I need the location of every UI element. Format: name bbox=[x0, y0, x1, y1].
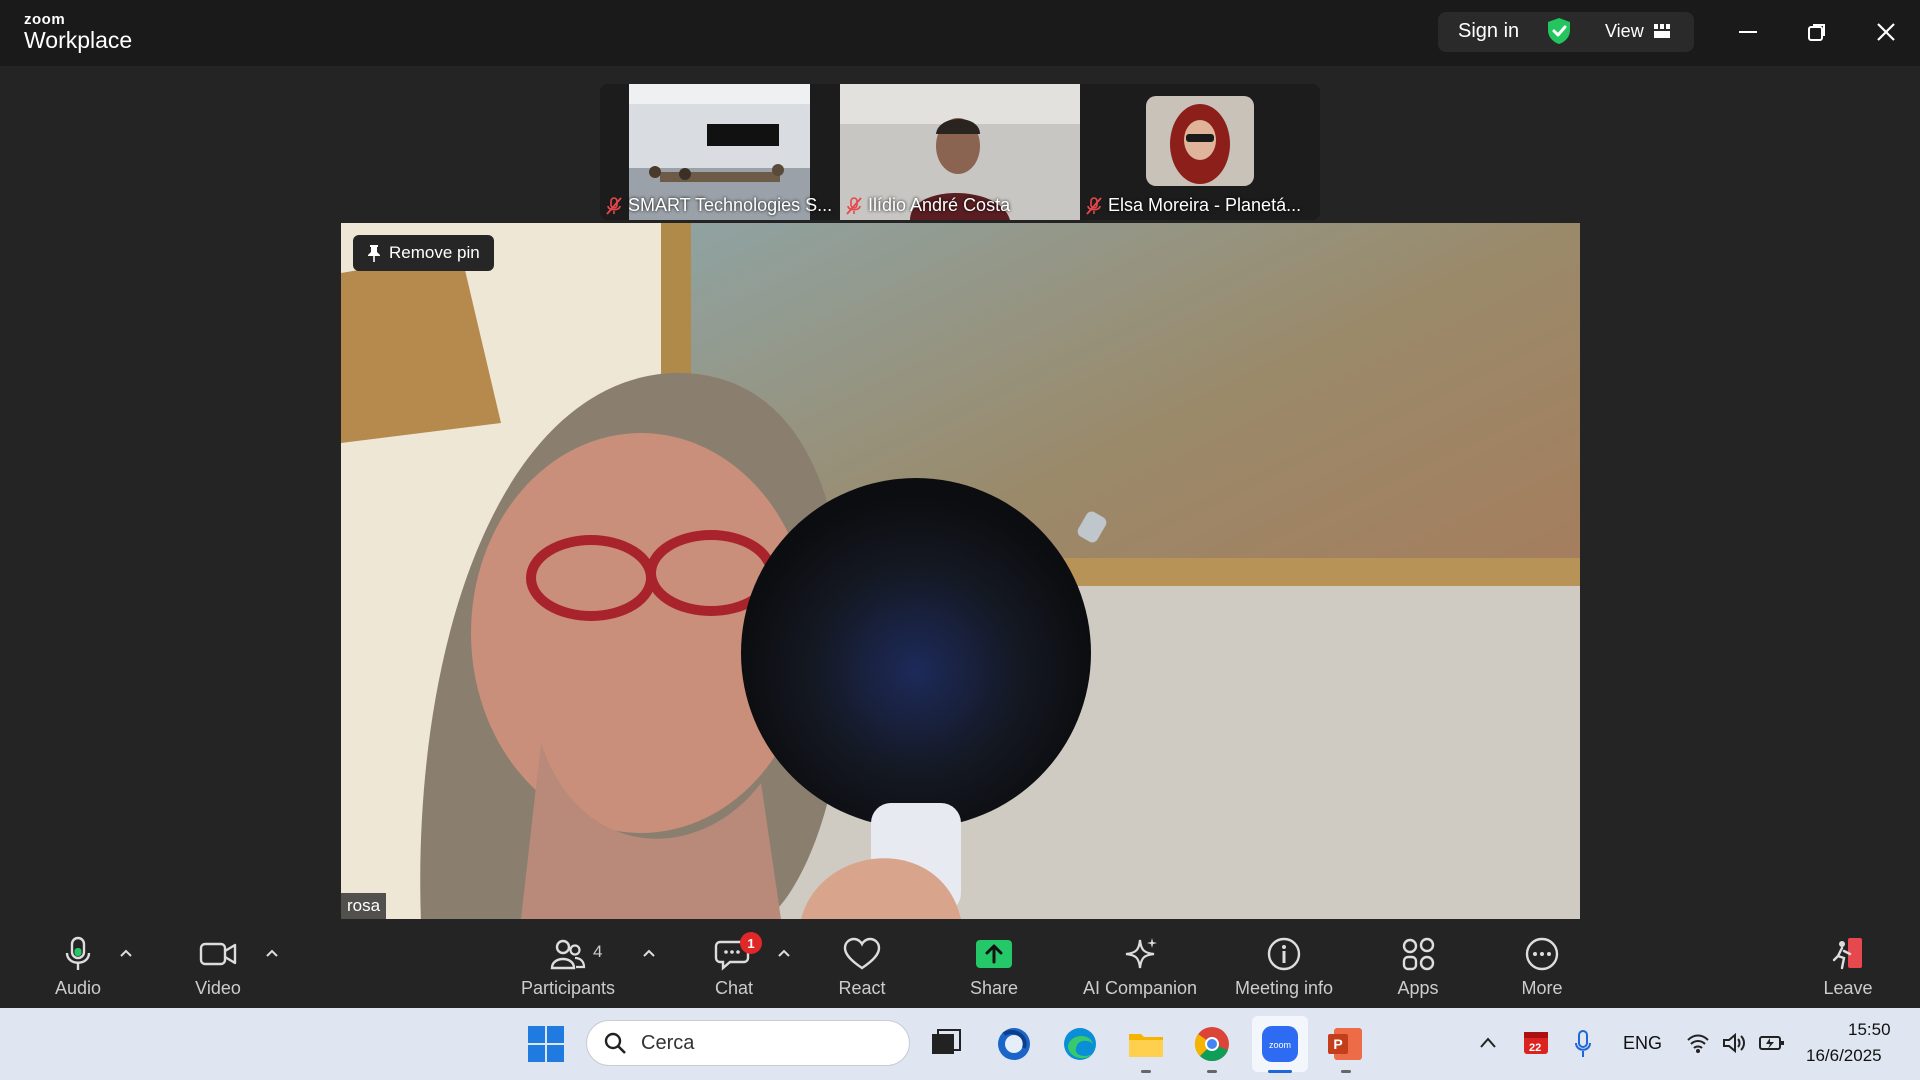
muted-mic-icon bbox=[606, 196, 622, 215]
participants-count: 4 bbox=[593, 942, 603, 961]
thumbnail-name-ilidio: Ilídio André Costa bbox=[846, 195, 1010, 216]
language-indicator[interactable]: ENG bbox=[1623, 1033, 1662, 1054]
taskbar-search-box[interactable]: Cerca bbox=[586, 1020, 910, 1066]
video-button[interactable]: Video bbox=[188, 936, 248, 1006]
close-icon bbox=[1877, 23, 1895, 41]
brand-workplace: Workplace bbox=[24, 27, 133, 53]
apps-icon bbox=[1402, 937, 1435, 971]
zoom-app-icon[interactable]: zoom bbox=[1260, 1024, 1300, 1064]
explorer-running-indicator bbox=[1141, 1070, 1151, 1073]
remove-pin-label: Remove pin bbox=[389, 243, 480, 262]
meeting-toolbar: Audio Video Participants 4 Chat 1 React … bbox=[0, 924, 1920, 1008]
chat-label: Chat bbox=[714, 978, 754, 998]
microphone-icon bbox=[65, 936, 91, 970]
calendar-day: 22 bbox=[1529, 1042, 1542, 1054]
chat-options-chevron-up-icon[interactable] bbox=[776, 946, 792, 960]
share-button[interactable]: Share bbox=[964, 936, 1024, 1006]
ai-companion-label: AI Companion bbox=[1082, 978, 1198, 998]
more-ellipsis-icon bbox=[1525, 937, 1559, 971]
muted-mic-icon bbox=[1086, 196, 1102, 215]
heart-icon bbox=[843, 937, 881, 970]
ai-companion-button[interactable]: AI Companion bbox=[1076, 936, 1204, 1006]
leave-door-icon bbox=[1832, 938, 1862, 970]
thumbnail-name-elsa: Elsa Moreira - Planetá... bbox=[1086, 195, 1301, 216]
view-button[interactable]: View bbox=[1605, 21, 1644, 42]
zoom-active-indicator bbox=[1268, 1070, 1292, 1073]
restore-icon bbox=[1808, 24, 1825, 41]
meeting-info-button[interactable]: Meeting info bbox=[1224, 936, 1344, 1006]
meeting-info-label: Meeting info bbox=[1234, 978, 1334, 998]
audio-button[interactable]: Audio bbox=[48, 936, 108, 1006]
thumbnail-ilidio[interactable]: Ilídio André Costa bbox=[840, 84, 1080, 220]
sign-in-button[interactable]: Sign in bbox=[1458, 20, 1519, 43]
video-label: Video bbox=[195, 978, 241, 998]
thumbnail-label: SMART Technologies S... bbox=[628, 195, 833, 215]
more-label: More bbox=[1521, 978, 1563, 998]
clock-date[interactable]: 16/6/2025 bbox=[1806, 1046, 1882, 1066]
ai-sparkle-icon bbox=[1125, 938, 1157, 969]
muted-mic-icon bbox=[846, 196, 862, 215]
chat-unread-badge: 1 bbox=[740, 932, 762, 954]
svg-text:P: P bbox=[1333, 1036, 1342, 1052]
windows-start-icon[interactable] bbox=[526, 1024, 566, 1064]
powerpoint-icon[interactable]: P bbox=[1326, 1024, 1366, 1064]
thumbnail-label: Elsa Moreira - Planetá... bbox=[1108, 195, 1302, 215]
thumbnail-smart-technologies[interactable]: SMART Technologies S... bbox=[600, 84, 840, 220]
minimize-icon bbox=[1739, 31, 1757, 33]
thumbnail-elsa[interactable]: Elsa Moreira - Planetá... bbox=[1080, 84, 1320, 220]
react-button[interactable]: React bbox=[832, 936, 892, 1006]
wifi-icon[interactable] bbox=[1686, 1032, 1710, 1054]
speaker-name-tag: rosa bbox=[341, 893, 387, 919]
view-grid-icon[interactable] bbox=[1654, 24, 1670, 38]
remove-pin-button[interactable]: Remove pin bbox=[353, 235, 494, 271]
task-view-icon[interactable] bbox=[926, 1024, 966, 1064]
restore-button[interactable] bbox=[1797, 14, 1837, 50]
search-icon bbox=[604, 1032, 626, 1054]
video-options-chevron-up-icon[interactable] bbox=[264, 946, 280, 960]
tray-microphone-icon[interactable] bbox=[1574, 1030, 1592, 1058]
chrome-running-indicator bbox=[1207, 1070, 1217, 1073]
thumbnail-name-smart: SMART Technologies S... bbox=[606, 195, 832, 216]
volume-icon[interactable] bbox=[1722, 1032, 1746, 1054]
info-icon bbox=[1267, 937, 1301, 971]
chrome-browser-icon[interactable] bbox=[1192, 1024, 1232, 1064]
leave-button[interactable]: Leave bbox=[1818, 936, 1878, 1006]
powerpoint-running-indicator bbox=[1341, 1070, 1351, 1073]
thumbnail-label: Ilídio André Costa bbox=[868, 195, 1011, 215]
pin-icon bbox=[368, 245, 380, 262]
participant-thumbnail-strip: SMART Technologies S... Ilídio André Cos… bbox=[600, 84, 1320, 220]
search-placeholder: Cerca bbox=[641, 1031, 695, 1054]
battery-charging-icon[interactable] bbox=[1758, 1032, 1786, 1054]
participants-options-chevron-up-icon[interactable] bbox=[641, 946, 657, 960]
file-explorer-icon[interactable] bbox=[1126, 1024, 1166, 1064]
edge-browser-icon[interactable] bbox=[1060, 1024, 1100, 1064]
more-button[interactable]: More bbox=[1512, 936, 1572, 1006]
audio-label: Audio bbox=[54, 978, 102, 998]
leave-label: Leave bbox=[1823, 978, 1873, 998]
svg-text:zoom: zoom bbox=[1269, 1040, 1291, 1050]
title-bar: zoom Workplace Sign in View bbox=[0, 0, 1920, 66]
pinned-speaker-video[interactable]: Remove pin rosa bbox=[341, 223, 1580, 919]
brand-small: zoom bbox=[24, 11, 66, 28]
participants-label: Participants bbox=[520, 978, 616, 998]
share-label: Share bbox=[969, 978, 1019, 998]
minimize-button[interactable] bbox=[1728, 14, 1768, 50]
shield-app-icon[interactable] bbox=[994, 1024, 1034, 1064]
participants-button[interactable]: Participants bbox=[518, 936, 618, 1006]
audio-options-chevron-up-icon[interactable] bbox=[118, 946, 134, 960]
react-label: React bbox=[838, 978, 886, 998]
apps-label: Apps bbox=[1397, 978, 1439, 998]
share-screen-icon bbox=[976, 940, 1012, 968]
apps-button[interactable]: Apps bbox=[1388, 936, 1448, 1006]
close-button[interactable] bbox=[1866, 14, 1906, 50]
clock-time[interactable]: 15:50 bbox=[1848, 1020, 1891, 1040]
video-camera-icon bbox=[199, 942, 237, 966]
tray-chevron-up-icon[interactable] bbox=[1479, 1036, 1497, 1050]
participants-icon bbox=[550, 939, 586, 970]
windows-taskbar: Cerca zoom P 22 ENG 15:50 16/6/2025 bbox=[0, 1008, 1920, 1080]
security-shield-icon[interactable] bbox=[1546, 17, 1572, 45]
speaker-video-image bbox=[341, 223, 1580, 919]
zoom-logo: zoom Workplace bbox=[24, 12, 132, 52]
